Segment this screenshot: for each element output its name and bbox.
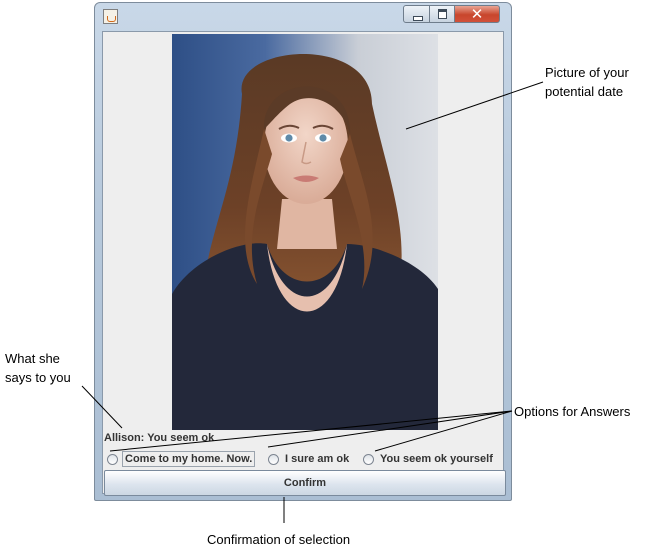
content-panel: Allison: You seem ok Come to my home. No… bbox=[102, 31, 506, 496]
close-icon: ✕ bbox=[470, 5, 484, 23]
answer-option-2[interactable]: I sure am ok bbox=[268, 450, 351, 468]
radio-button-icon[interactable] bbox=[363, 453, 374, 465]
radio-button-icon[interactable] bbox=[107, 453, 118, 465]
radio-button-icon[interactable] bbox=[268, 453, 279, 465]
dialogue-text: Allison: You seem ok bbox=[104, 432, 215, 444]
minimize-button[interactable] bbox=[403, 5, 430, 23]
answer-option-3[interactable]: You seem ok yourself bbox=[363, 450, 495, 468]
portrait-image bbox=[172, 34, 438, 430]
annotation-says: What she says to you bbox=[5, 351, 71, 385]
title-bar[interactable]: ✕ bbox=[95, 3, 511, 29]
answer-option-label[interactable]: You seem ok yourself bbox=[378, 452, 495, 466]
confirm-button[interactable]: Confirm bbox=[104, 470, 506, 496]
maximize-button[interactable] bbox=[429, 5, 455, 23]
close-button[interactable]: ✕ bbox=[454, 5, 500, 23]
app-window: ✕ Allison: You seem ok Come to my home. … bbox=[94, 2, 512, 501]
answer-option-label[interactable]: I sure am ok bbox=[283, 452, 351, 466]
date-photo bbox=[172, 34, 438, 430]
annotation-confirm: Confirmation of selection bbox=[207, 532, 351, 547]
java-cup-icon[interactable] bbox=[103, 9, 118, 24]
annotation-options: Options for Answers bbox=[514, 404, 631, 419]
annotation-picture: Picture of your potential date bbox=[545, 65, 629, 99]
answer-option-label[interactable]: Come to my home. Now. bbox=[122, 451, 256, 467]
answer-option-1[interactable]: Come to my home. Now. bbox=[107, 450, 256, 468]
